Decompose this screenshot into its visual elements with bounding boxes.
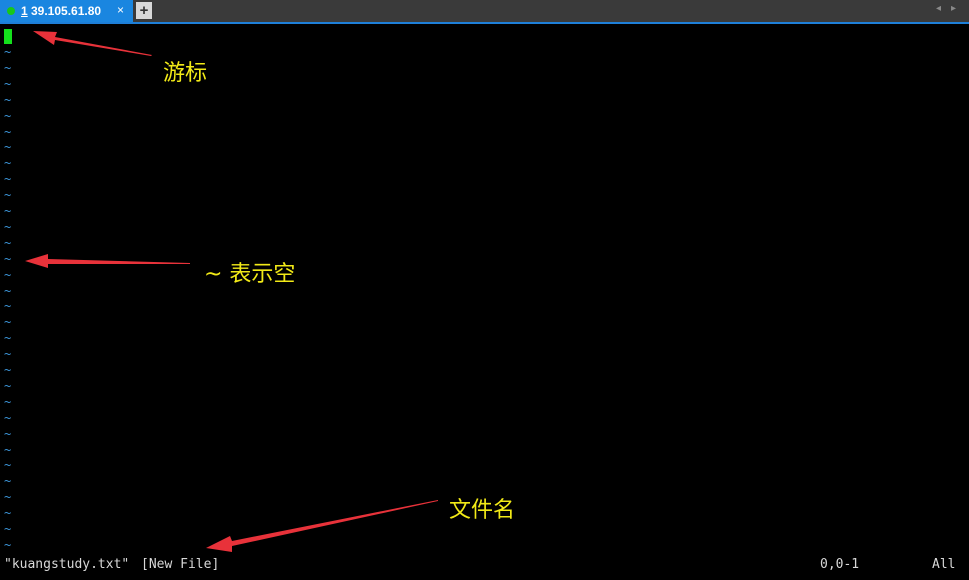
tilde-marker: ~ (4, 108, 12, 123)
tilde-marker: ~ (4, 188, 12, 203)
prev-tab-icon[interactable]: ◂ (936, 3, 941, 14)
tilde-marker: ~ (4, 140, 12, 155)
cursor-annotation: 游标 (163, 61, 208, 86)
status-new-file-flag: [New File] (141, 557, 220, 572)
next-tab-icon[interactable]: ▸ (951, 3, 956, 14)
tab-bar: 1 39.105.61.80 × + ◂ ▸ (0, 0, 969, 24)
tilde-marker: ~ (4, 522, 12, 536)
tilde-marker: ~ (4, 490, 12, 505)
tilde-marker: ~ (4, 45, 12, 59)
status-cursor-position: 0,0-1 (820, 557, 860, 572)
new-tab-button[interactable]: + (136, 2, 152, 19)
tilde-marker: ~ (4, 426, 12, 441)
close-tab-icon[interactable]: × (117, 3, 124, 17)
tilde-marker: ~ (4, 299, 12, 314)
tilde-marker: ~ (4, 92, 12, 107)
tab-number: 1 (21, 4, 28, 18)
text-cursor (4, 29, 12, 44)
tilde-marker: ~ (4, 442, 12, 457)
session-tab[interactable]: 1 39.105.61.80 × (0, 0, 133, 22)
tilde-marker: ~ (4, 156, 12, 171)
status-filename: "kuangstudy.txt" (4, 557, 130, 572)
tilde-marker: ~ (4, 315, 12, 330)
tilde-marker: ~ (4, 331, 12, 346)
tilde-marker: ~ (4, 458, 12, 473)
tilde-marker: ~ (4, 363, 12, 377)
tilde-marker: ~ (4, 283, 12, 298)
tilde-marker: ~ (4, 219, 12, 234)
filename-annotation: 文件名 (449, 498, 516, 523)
tilde-marker: ~ (4, 378, 12, 393)
tilde-marker: ~ (4, 537, 12, 552)
tilde-marker: ~ (4, 347, 12, 362)
tilde-marker: ~ (4, 76, 12, 91)
tilde-marker: ~ (4, 410, 12, 425)
tilde-marker: ~ (4, 506, 12, 521)
tilde-annotation: ~ 表示空 (204, 262, 296, 287)
tilde-marker: ~ (4, 235, 12, 250)
tilde-marker: ~ (4, 204, 12, 218)
tilde-marker: ~ (4, 251, 12, 266)
status-scroll: All (932, 557, 956, 572)
tab-title: 39.105.61.80 (31, 4, 102, 18)
tilde-marker: ~ (4, 394, 12, 409)
tilde-marker: ~ (4, 172, 12, 187)
tilde-marker: ~ (4, 124, 12, 139)
tilde-marker: ~ (4, 60, 12, 75)
tilde-marker: ~ (4, 474, 12, 489)
tilde-marker: ~ (4, 267, 12, 282)
connected-status-icon (7, 7, 15, 15)
